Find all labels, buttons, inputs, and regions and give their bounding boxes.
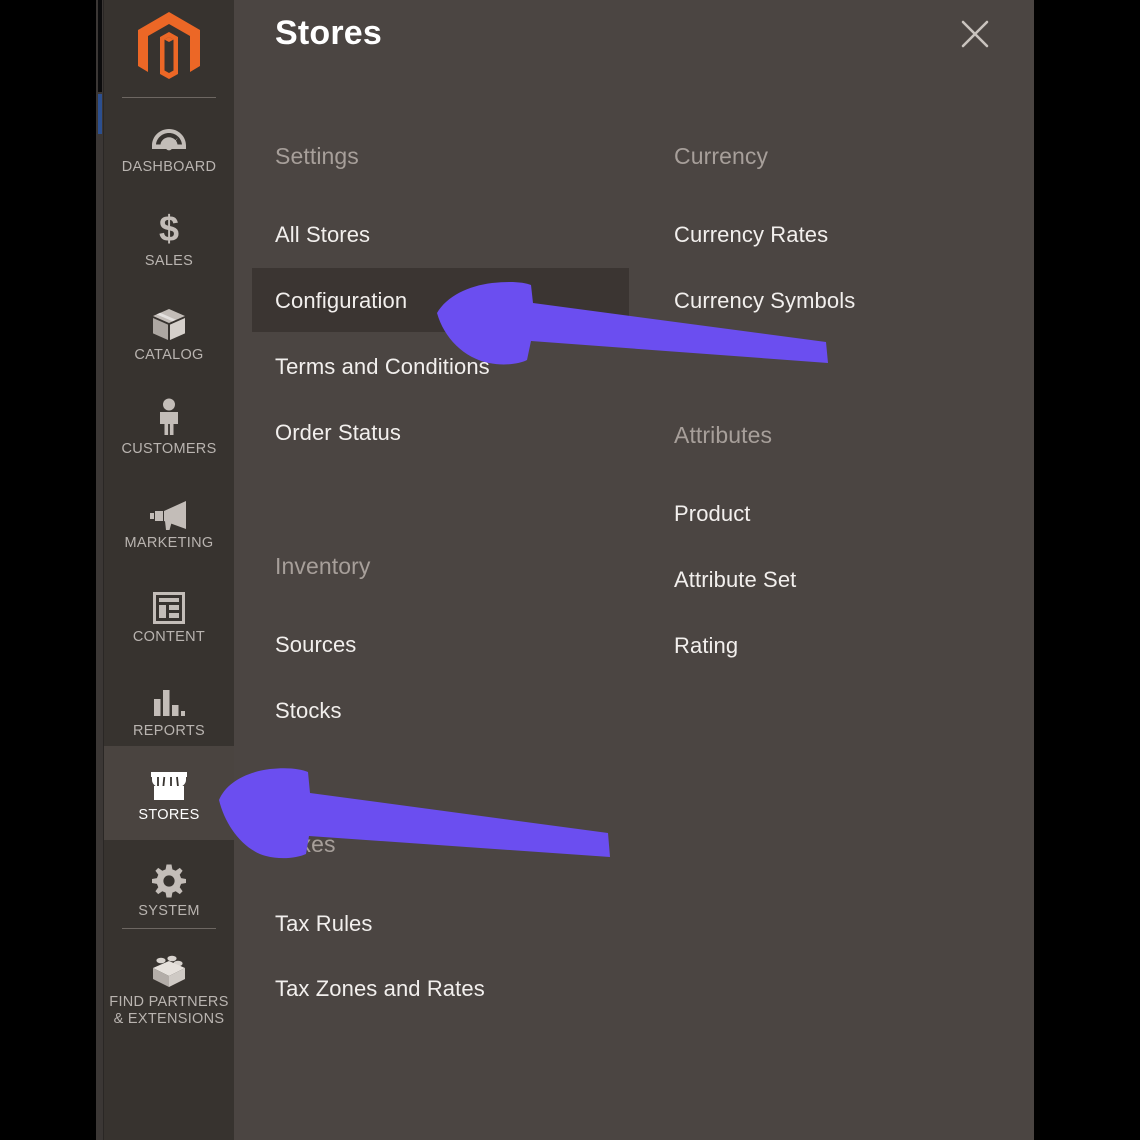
menu-group-title-taxes: Taxes: [275, 831, 336, 857]
sidebar-item-sales[interactable]: $ SALES: [104, 192, 234, 286]
page-title: Stores: [275, 14, 383, 52]
menu-item-sources[interactable]: Sources: [275, 632, 356, 658]
sidebar-item-find-partners-extensions[interactable]: FIND PARTNERS & EXTENSIONS: [104, 936, 234, 1040]
sidebar-item-label: CUSTOMERS: [121, 441, 217, 458]
lego-brick-icon: [149, 951, 189, 989]
menu-item-currency-symbols[interactable]: Currency Symbols: [674, 288, 855, 314]
menu-item-terms-and-conditions[interactable]: Terms and Conditions: [275, 354, 490, 380]
magento-logo-icon: [138, 12, 200, 84]
menu-item-attribute-set[interactable]: Attribute Set: [674, 567, 796, 593]
stores-flyout-panel: Stores Settings All Stores Configuration…: [234, 0, 1034, 1140]
menu-item-product[interactable]: Product: [674, 501, 751, 527]
storefront-icon: [150, 764, 188, 802]
dollar-sign-icon: $: [156, 210, 182, 248]
sidebar-item-label: CATALOG: [134, 347, 204, 364]
box-package-icon: [151, 304, 187, 342]
layout-page-icon: [153, 586, 185, 625]
sidebar-item-label: REPORTS: [133, 723, 205, 740]
menu-group-title-settings: Settings: [275, 143, 359, 169]
magento-logo[interactable]: [104, 0, 234, 96]
sidebar-item-dashboard[interactable]: DASHBOARD: [104, 98, 234, 192]
menu-item-currency-rates[interactable]: Currency Rates: [674, 222, 828, 248]
sidebar-item-label: DASHBOARD: [121, 159, 217, 176]
admin-sidebar: DASHBOARD $ SALES CATALOG CUSTOMERS MARK…: [104, 0, 234, 1140]
gear-icon: [152, 860, 186, 898]
menu-item-order-status[interactable]: Order Status: [275, 420, 401, 446]
menu-group-title-inventory: Inventory: [275, 553, 371, 579]
sidebar-item-label: SYSTEM: [138, 903, 200, 920]
sidebar-item-label: CONTENT: [132, 629, 206, 646]
menu-item-configuration[interactable]: Configuration: [275, 288, 407, 314]
scrollbar-thumb-blue[interactable]: [98, 94, 102, 134]
screenshot-root: DASHBOARD $ SALES CATALOG CUSTOMERS MARK…: [0, 0, 1140, 1140]
scrollbar-thumb-dark[interactable]: [98, 0, 102, 92]
person-icon: [156, 398, 182, 436]
sidebar-item-catalog[interactable]: CATALOG: [104, 286, 234, 380]
sidebar-item-system[interactable]: SYSTEM: [104, 842, 234, 936]
dashboard-gauge-icon: [152, 116, 186, 154]
sidebar-item-label: STORES: [138, 807, 200, 824]
megaphone-icon: [150, 492, 188, 531]
bar-chart-icon: [153, 680, 185, 718]
menu-item-tax-rules[interactable]: Tax Rules: [275, 911, 373, 937]
menu-group-title-currency: Currency: [674, 143, 769, 169]
sidebar-item-marketing[interactable]: MARKETING: [104, 474, 234, 568]
sidebar-divider: [122, 928, 216, 929]
svg-text:$: $: [159, 210, 179, 248]
sidebar-item-label: FIND PARTNERS & EXTENSIONS: [109, 994, 229, 1027]
menu-item-all-stores[interactable]: All Stores: [275, 222, 370, 248]
close-x-icon: [960, 19, 990, 49]
sidebar-item-content[interactable]: CONTENT: [104, 568, 234, 662]
menu-item-rating[interactable]: Rating: [674, 633, 738, 659]
close-button[interactable]: [953, 12, 997, 56]
sidebar-item-label: MARKETING: [124, 535, 214, 552]
menu-item-tax-zones-and-rates[interactable]: Tax Zones and Rates: [275, 976, 485, 1002]
sidebar-item-stores[interactable]: STORES: [104, 746, 234, 840]
sidebar-item-label: SALES: [144, 253, 194, 270]
sidebar-item-customers[interactable]: CUSTOMERS: [104, 380, 234, 474]
menu-group-title-attributes: Attributes: [674, 422, 773, 448]
menu-item-stocks[interactable]: Stocks: [275, 698, 342, 724]
sidebar-item-reports[interactable]: REPORTS: [104, 662, 234, 756]
